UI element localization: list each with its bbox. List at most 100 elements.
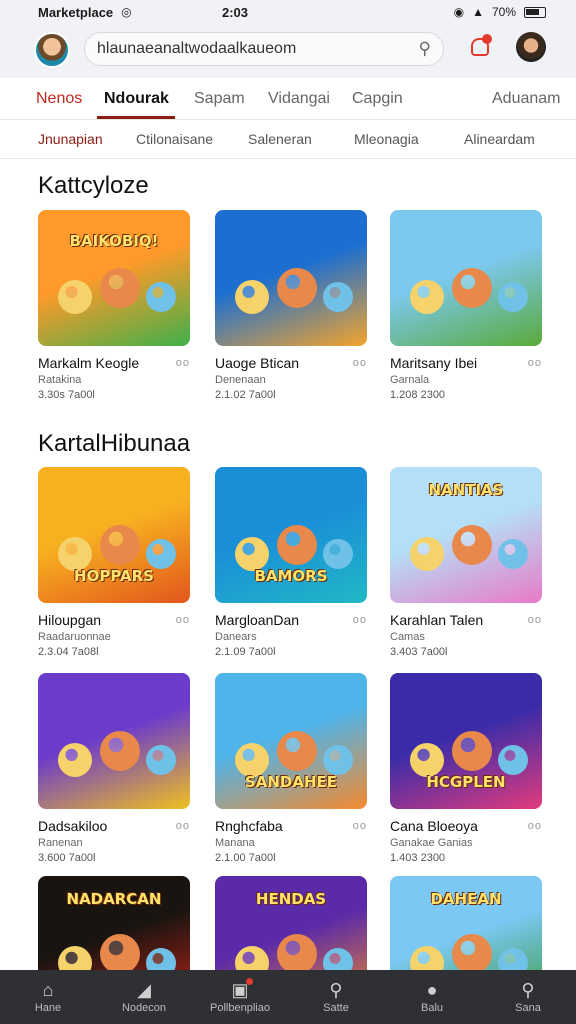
game-card[interactable]: Maritsany Ibei oo Garnala 1.208 2300 xyxy=(390,210,542,401)
more-options-icon[interactable]: oo xyxy=(528,614,542,626)
profile-avatar[interactable] xyxy=(516,32,546,62)
search-bar[interactable]: hlaunaeanaltwodaalkaueom ⚲ xyxy=(84,32,444,66)
subtab-2[interactable]: Saleneran xyxy=(248,131,312,147)
more-options-icon[interactable]: oo xyxy=(176,614,190,626)
status-right: ◉ ▲ 70% xyxy=(454,5,546,19)
more-options-icon[interactable]: oo xyxy=(353,614,367,626)
character-illustration xyxy=(452,934,492,974)
character-illustration xyxy=(100,934,140,974)
game-title: MargloanDan xyxy=(215,612,300,628)
nav-label: Sana xyxy=(515,1001,541,1014)
character-illustration xyxy=(323,282,353,312)
game-developer: Camas xyxy=(390,631,425,643)
tab-4[interactable]: Capgin xyxy=(352,90,403,108)
game-thumbnail[interactable]: HOPPARS xyxy=(38,467,190,603)
game-developer: Ratakina xyxy=(38,374,82,386)
game-title-row: Uaoge Btican oo xyxy=(215,355,367,371)
notification-dot xyxy=(482,34,492,44)
game-title: Hiloupgan xyxy=(38,612,102,628)
game-title: Cana Bloeoya xyxy=(390,818,478,834)
game-thumbnail[interactable]: BAIKOBIQ! xyxy=(38,210,190,346)
signal-icon: ▲ xyxy=(472,5,484,19)
wifi-icon: ◎ xyxy=(121,5,132,19)
game-stats: 2.1.02 7a00l xyxy=(215,389,276,401)
nav-search[interactable]: ⚲ Satte xyxy=(288,970,384,1024)
character-illustration xyxy=(452,268,492,308)
home-icon: ⌂ xyxy=(42,979,54,1000)
tab-2[interactable]: Sapam xyxy=(194,90,245,108)
game-thumbnail[interactable]: HCGPLEN xyxy=(390,673,542,809)
game-title-row: Cana Bloeoya oo xyxy=(390,818,542,834)
character-illustration xyxy=(277,731,317,771)
game-developer: Ranenan xyxy=(38,837,83,849)
game-banner-text: SANDAHEE xyxy=(244,773,338,791)
game-thumbnail[interactable]: NANTIAS xyxy=(390,467,542,603)
game-card[interactable]: Dadsakiloo oo Ranenan 3.600 7a00l xyxy=(38,673,190,864)
character-illustration xyxy=(58,280,92,314)
search-icon: ⚲ xyxy=(521,979,535,1000)
subtab-0[interactable]: Jnunapian xyxy=(38,131,103,147)
game-card[interactable]: NANTIAS Karahlan Talen oo Camas 3.403 7a00l xyxy=(390,467,542,658)
search-icon: ⚲ xyxy=(329,979,343,1000)
subtab-1[interactable]: Ctilonaisane xyxy=(136,131,213,147)
nav-tags[interactable]: ◢ Nodecon xyxy=(96,970,192,1024)
more-options-icon[interactable]: oo xyxy=(528,820,542,832)
search-input[interactable]: hlaunaeanaltwodaalkaueom xyxy=(97,40,419,58)
bottom-navigation: ⌂ Hane ◢ Nodecon ▣ Pollbenpliao ⚲ Satte … xyxy=(0,970,576,1024)
game-title-row: MargloanDan oo xyxy=(215,612,367,628)
game-thumbnail[interactable]: SANDAHEE xyxy=(215,673,367,809)
game-title-row: Rnghcfaba oo xyxy=(215,818,367,834)
tab-0[interactable]: Nenos xyxy=(36,90,82,108)
user-avatar[interactable] xyxy=(34,32,70,68)
game-title: Maritsany Ibei xyxy=(390,355,478,371)
character-illustration xyxy=(146,745,176,775)
character-illustration xyxy=(235,280,269,314)
game-stats: 3.403 7a00l xyxy=(390,646,448,658)
character-illustration xyxy=(100,268,140,308)
more-options-icon[interactable]: oo xyxy=(353,357,367,369)
character-illustration xyxy=(277,268,317,308)
section-title: KartalHibunaa xyxy=(38,430,191,457)
game-card[interactable]: SANDAHEE Rnghcfaba oo Manana 2.1.00 7a00l xyxy=(215,673,367,864)
game-stats: 2.3.04 7a08l xyxy=(38,646,99,658)
character-illustration xyxy=(235,743,269,777)
game-developer: Garnala xyxy=(390,374,430,386)
game-card[interactable]: HCGPLEN Cana Bloeoya oo Ganakae Ganias 1.403… xyxy=(390,673,542,864)
character-illustration xyxy=(277,525,317,565)
nav-store[interactable]: ▣ Pollbenpliao xyxy=(192,970,288,1024)
tab-1[interactable]: Ndourak xyxy=(104,90,169,108)
search-icon[interactable]: ⚲ xyxy=(419,39,431,59)
nav-label: Balu xyxy=(420,1001,444,1014)
battery-icon xyxy=(524,6,546,18)
subtab-4[interactable]: Alineardam xyxy=(464,131,535,147)
game-card[interactable]: BAIKOBIQ! Markalm Keogle oo Ratakina 3.30s 7… xyxy=(38,210,190,401)
game-card[interactable]: Uaoge Btican oo Denenaan 2.1.02 7a00l xyxy=(215,210,367,401)
nav-search-alt[interactable]: ⚲ Sana xyxy=(480,970,576,1024)
more-options-icon[interactable]: oo xyxy=(176,357,190,369)
game-developer: Ganakae Ganias xyxy=(390,837,473,849)
more-options-icon[interactable]: oo xyxy=(528,357,542,369)
game-thumbnail[interactable] xyxy=(38,673,190,809)
nav-home[interactable]: ⌂ Hane xyxy=(0,970,96,1024)
nav-games[interactable]: ● Balu xyxy=(384,970,480,1024)
section-title: Kattcyloze xyxy=(38,172,149,199)
notification-dot xyxy=(245,978,253,985)
character-illustration xyxy=(410,280,444,314)
game-thumbnail[interactable] xyxy=(390,210,542,346)
tag-icon: ◢ xyxy=(137,979,151,1000)
game-thumbnail[interactable] xyxy=(215,210,367,346)
game-card[interactable]: HOPPARS Hiloupgan oo Raadaruonnae 2.3.04 7a0… xyxy=(38,467,190,658)
more-options-icon[interactable]: oo xyxy=(176,820,190,832)
game-card[interactable]: BAMORS MargloanDan oo Danears 2.1.09 7a00l xyxy=(215,467,367,658)
tab-5[interactable]: Aduanam xyxy=(492,90,561,108)
more-options-icon[interactable]: oo xyxy=(353,820,367,832)
subtab-3[interactable]: Mleonagia xyxy=(354,131,419,147)
character-illustration xyxy=(100,731,140,771)
character-illustration xyxy=(146,539,176,569)
tab-3[interactable]: Vidangai xyxy=(268,90,330,108)
character-illustration xyxy=(452,525,492,565)
game-thumbnail[interactable]: BAMORS xyxy=(215,467,367,603)
notification-bell-icon[interactable] xyxy=(468,34,492,60)
app-header: hlaunaeanaltwodaalkaueom ⚲ xyxy=(0,24,576,78)
game-title: Uaoge Btican xyxy=(215,355,300,371)
